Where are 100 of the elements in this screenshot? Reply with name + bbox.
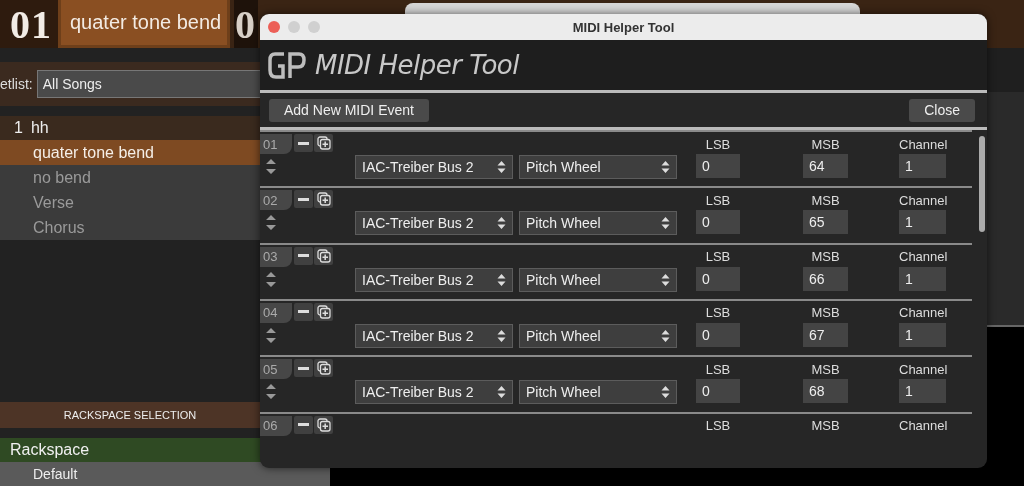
msb-label: MSB [810, 136, 841, 152]
msb-label: MSB [810, 249, 841, 265]
stepper-icon [497, 385, 506, 400]
song-title: quater tone bend [58, 0, 230, 48]
device-dropdown[interactable]: IAC-Treiber Bus 2 [355, 267, 513, 292]
msb-label: MSB [810, 418, 841, 434]
duplicate-icon [316, 248, 331, 263]
duplicate-button[interactable] [314, 415, 333, 434]
close-button[interactable]: Close [909, 98, 975, 122]
minus-icon [298, 366, 309, 370]
stepper-icon [661, 216, 670, 231]
event-number: 05 [260, 359, 292, 380]
message-type-dropdown[interactable]: Pitch Wheel [519, 267, 677, 292]
msb-field[interactable]: 68 [803, 379, 848, 404]
message-type-dropdown[interactable]: Pitch Wheel [519, 380, 677, 405]
song-index: 1 [14, 119, 23, 137]
lsb-field[interactable]: 0 [696, 210, 740, 235]
msb-field[interactable]: 67 [803, 323, 848, 347]
duplicate-icon [316, 192, 331, 207]
duplicate-button[interactable] [314, 190, 333, 209]
message-type-dropdown[interactable]: Pitch Wheel [519, 324, 677, 348]
msb-label: MSB [810, 361, 841, 377]
duplicate-icon [316, 305, 331, 319]
msb-label: MSB [810, 192, 841, 208]
setlist-label: etlist: [0, 76, 33, 92]
device-dropdown[interactable]: IAC-Treiber Bus 2 [355, 211, 513, 236]
msb-field[interactable]: 65 [803, 210, 848, 235]
move-arrows-icon[interactable] [265, 158, 277, 176]
duplicate-button[interactable] [314, 246, 333, 265]
section-header: RACKSPACE SELECTION [0, 402, 260, 428]
duplicate-icon [316, 136, 331, 150]
stepper-icon [661, 272, 670, 287]
stepper-icon [497, 216, 506, 231]
scrollbar[interactable] [979, 136, 985, 232]
channel-label: Channel [899, 418, 946, 434]
event-number: 04 [260, 303, 292, 323]
channel-field[interactable]: 1 [899, 154, 946, 178]
lsb-field[interactable]: 0 [696, 266, 740, 291]
rackspace-item[interactable]: Default [0, 462, 330, 486]
event-number: 03 [260, 246, 292, 267]
channel-label: Channel [899, 361, 946, 377]
duplicate-button[interactable] [314, 303, 333, 321]
lsb-label: LSB [704, 136, 732, 152]
song-number: 01 [0, 0, 58, 48]
lsb-label: LSB [704, 418, 732, 434]
event-number: 06 [260, 415, 292, 436]
move-arrows-icon[interactable] [265, 270, 277, 289]
move-arrows-icon[interactable] [265, 327, 277, 345]
logo-icon [267, 50, 307, 80]
device-dropdown[interactable]: IAC-Treiber Bus 2 [355, 324, 513, 348]
lsb-field[interactable]: 0 [696, 154, 740, 178]
lsb-field[interactable]: 0 [696, 323, 740, 347]
channel-field[interactable]: 1 [899, 323, 946, 347]
remove-button[interactable] [294, 415, 313, 434]
channel-label: Channel [899, 305, 946, 321]
remove-button[interactable] [294, 359, 313, 378]
channel-label: Channel [899, 136, 946, 152]
song-name[interactable]: hh [30, 119, 49, 137]
event-number: 02 [260, 190, 292, 211]
msb-label: MSB [810, 305, 841, 321]
device-dropdown[interactable]: IAC-Treiber Bus 2 [355, 380, 513, 405]
msb-field[interactable]: 66 [803, 266, 848, 291]
lsb-label: LSB [704, 192, 732, 208]
message-type-dropdown[interactable]: Pitch Wheel [519, 211, 677, 236]
duplicate-button[interactable] [314, 134, 333, 152]
duplicate-button[interactable] [314, 359, 333, 378]
move-arrows-icon[interactable] [265, 383, 277, 402]
lsb-label: LSB [704, 305, 732, 321]
channel-field[interactable]: 1 [899, 379, 946, 404]
channel-field[interactable]: 1 [899, 210, 946, 235]
remove-button[interactable] [294, 303, 313, 321]
lsb-label: LSB [704, 361, 732, 377]
duplicate-icon [316, 417, 331, 432]
remove-button[interactable] [294, 190, 313, 209]
lsb-field[interactable]: 0 [696, 379, 740, 404]
msb-field[interactable]: 64 [803, 154, 848, 178]
minus-icon [298, 141, 309, 145]
stepper-icon [661, 329, 670, 343]
duplicate-icon [316, 361, 331, 376]
move-arrows-icon[interactable] [265, 214, 277, 233]
add-event-button[interactable]: Add New MIDI Event [269, 98, 429, 122]
minus-icon [298, 310, 309, 314]
remove-button[interactable] [294, 246, 313, 265]
message-type-dropdown[interactable]: Pitch Wheel [519, 155, 677, 179]
channel-label: Channel [899, 192, 946, 208]
minus-icon [298, 423, 309, 427]
close-window-button[interactable] [268, 21, 280, 33]
device-dropdown[interactable]: IAC-Treiber Bus 2 [355, 155, 513, 179]
channel-field[interactable]: 1 [899, 266, 946, 291]
next-song-number: 0 [234, 0, 258, 48]
stepper-icon [497, 272, 506, 287]
stepper-icon [497, 160, 506, 174]
stepper-icon [661, 160, 670, 174]
channel-label: Channel [899, 249, 946, 265]
remove-button[interactable] [294, 134, 313, 152]
minus-icon [298, 197, 309, 201]
stepper-icon [661, 385, 670, 400]
lsb-label: LSB [704, 249, 732, 265]
window-title: MIDI Helper Tool [572, 19, 675, 35]
minus-icon [298, 254, 309, 258]
